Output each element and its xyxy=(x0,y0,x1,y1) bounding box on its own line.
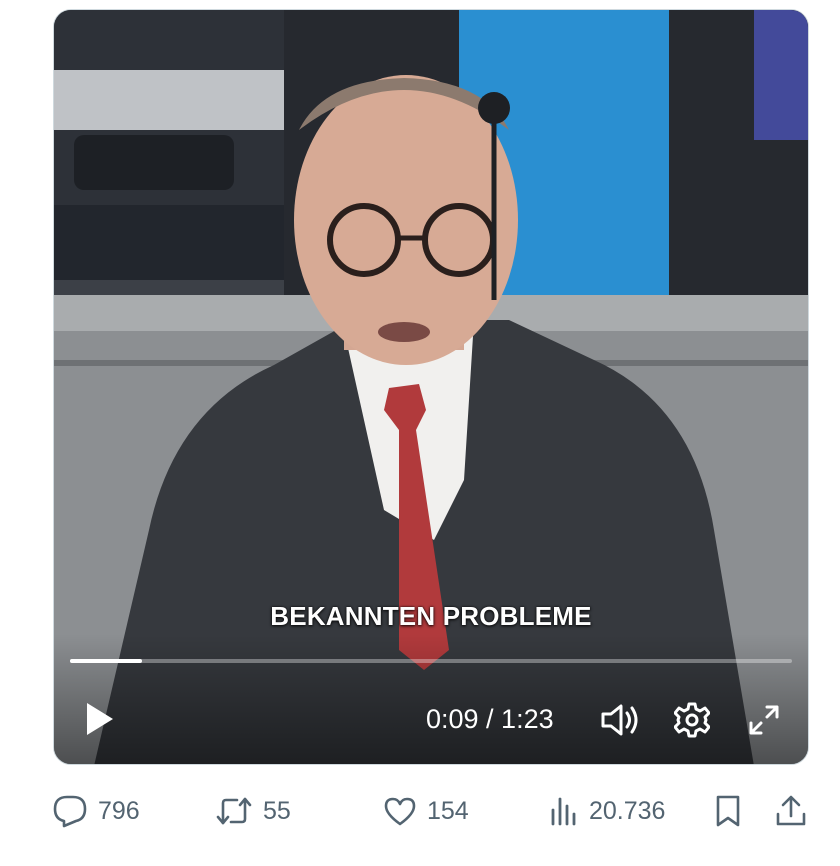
controls-overlay xyxy=(54,634,808,764)
expand-icon xyxy=(749,705,779,735)
progress-fill xyxy=(70,659,143,663)
video-caption: BEKANNTEN PROBLEME xyxy=(270,601,592,631)
bookmark-button[interactable] xyxy=(713,786,743,836)
like-button[interactable]: 154 xyxy=(383,786,469,836)
like-count: 154 xyxy=(427,796,469,825)
views-button[interactable]: 20.736 xyxy=(549,786,665,836)
heart-icon xyxy=(384,797,416,826)
reply-icon xyxy=(53,795,87,828)
time-display: 0:09 / 1:23 xyxy=(426,704,554,734)
settings-button[interactable] xyxy=(672,700,712,740)
views-count: 20.736 xyxy=(589,796,666,825)
repost-count: 55 xyxy=(263,796,291,825)
analytics-icon xyxy=(551,797,576,826)
fullscreen-button[interactable] xyxy=(744,700,784,740)
volume-icon xyxy=(601,704,638,736)
repost-icon xyxy=(216,797,252,825)
progress-bar[interactable] xyxy=(70,659,792,663)
video-player[interactable]: BEKANNTEN PROBLEME 0:09 / 1:23 xyxy=(53,9,809,765)
reply-button[interactable]: 796 xyxy=(52,786,140,836)
share-button[interactable] xyxy=(775,786,807,836)
gear-icon xyxy=(674,702,710,738)
repost-button[interactable]: 55 xyxy=(215,786,291,836)
play-icon xyxy=(87,703,113,735)
volume-button[interactable] xyxy=(598,700,642,740)
play-button[interactable] xyxy=(80,700,118,738)
bookmark-icon xyxy=(716,795,740,827)
share-icon xyxy=(776,795,806,826)
reply-count: 796 xyxy=(98,796,140,825)
tweet-action-bar: 796 55 154 20.736 xyxy=(0,786,840,836)
